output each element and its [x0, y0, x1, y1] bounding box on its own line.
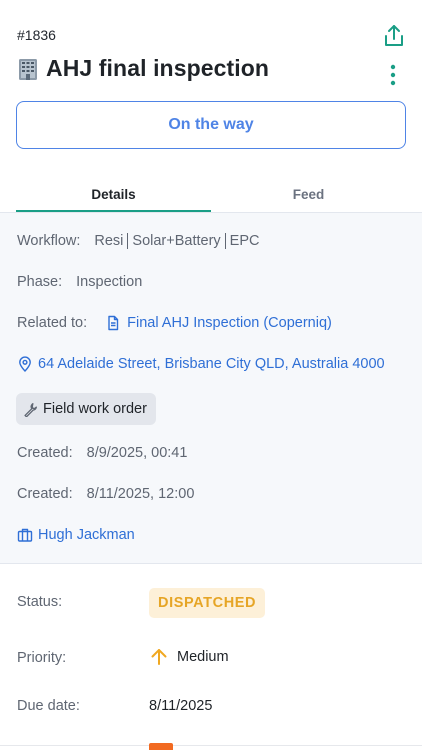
address-link[interactable]: 64 Adelaide Street, Brisbane City QLD, A…: [38, 356, 385, 372]
field-work-order-label: Field work order: [43, 401, 147, 417]
priority-label: Priority:: [17, 650, 67, 666]
related-label: Related to:: [17, 315, 88, 331]
created-label: Created:: [17, 445, 73, 461]
task-header: #1836 AHJ final inspection On the way De…: [0, 0, 422, 212]
priority-value[interactable]: Medium: [149, 647, 229, 667]
tab-feed[interactable]: Feed: [211, 178, 406, 212]
due-date-label: Due date:: [17, 698, 80, 714]
details-panel: Workflow: Resi Solar+Battery EPC Phase: …: [0, 212, 422, 564]
address-row: 64 Adelaide Street, Brisbane City QLD, A…: [17, 356, 385, 372]
task-id: #1836: [17, 27, 56, 43]
assignee-row: Hugh Jackman: [17, 527, 135, 543]
task-meta-section: Status: DISPATCHED Priority: Medium Due …: [0, 565, 422, 750]
phase-label: Phase:: [17, 274, 63, 290]
created-value: 8/9/2025, 00:41: [86, 445, 188, 461]
workflow-part: EPC: [229, 233, 260, 249]
phase-row: Phase: Inspection: [17, 274, 142, 290]
wrench-icon: [24, 402, 37, 417]
workflow-separator: [224, 233, 226, 249]
share-button[interactable]: [381, 23, 407, 49]
related-row: Related to: Final AHJ Inspection (Copern…: [17, 315, 332, 331]
on-the-way-button[interactable]: On the way: [16, 101, 406, 149]
tab-bar: Details Feed: [16, 178, 406, 212]
briefcase-icon: [17, 528, 33, 542]
created-row: Created: 8/11/2025, 12:00: [17, 486, 194, 502]
due-date-value[interactable]: 8/11/2025: [149, 698, 212, 714]
created-row: Created: 8/9/2025, 00:41: [17, 445, 187, 461]
bottom-divider: [0, 745, 422, 746]
workflow-part: Solar+Battery: [132, 233, 221, 249]
workflow-part: Resi: [94, 233, 124, 249]
kebab-menu-icon: [390, 64, 396, 86]
next-section-indicator: [149, 743, 173, 750]
assignee-link[interactable]: Hugh Jackman: [38, 527, 135, 543]
location-pin-icon: [19, 356, 31, 372]
workflow-label: Workflow:: [17, 233, 81, 249]
arrow-up-icon: [151, 649, 167, 665]
priority-text: Medium: [177, 649, 229, 665]
task-title: AHJ final inspection: [46, 55, 270, 81]
phase-value: Inspection: [76, 274, 143, 290]
task-title-row: AHJ final inspection: [16, 55, 269, 82]
status-badge[interactable]: DISPATCHED: [149, 588, 266, 618]
status-value[interactable]: DISPATCHED: [149, 588, 266, 618]
share-icon: [385, 25, 403, 46]
field-work-order-chip[interactable]: Field work order: [16, 393, 156, 425]
document-icon: [108, 315, 119, 331]
status-label: Status:: [17, 594, 63, 610]
more-options-button[interactable]: [386, 64, 400, 86]
workflow-separator: [127, 233, 129, 249]
related-link[interactable]: Final AHJ Inspection (Coperniq): [127, 315, 332, 331]
tab-details[interactable]: Details: [16, 178, 211, 212]
office-building-icon: [19, 58, 37, 80]
created-label: Created:: [17, 486, 73, 502]
workflow-row: Workflow: Resi Solar+Battery EPC: [17, 233, 260, 249]
created-value: 8/11/2025, 12:00: [86, 486, 195, 502]
